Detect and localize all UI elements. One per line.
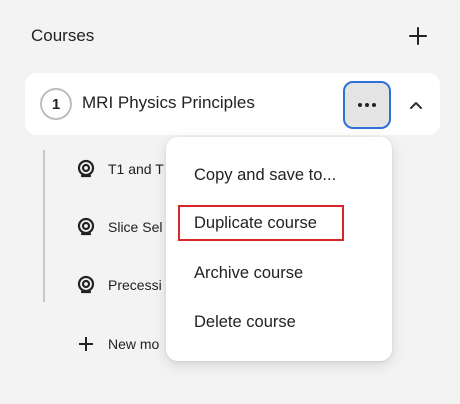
more-dot-icon [365,103,369,107]
module-label: T1 and T [108,161,164,177]
module-tree-line [43,150,45,302]
more-dot-icon [358,103,362,107]
menu-item-archive-course[interactable]: Archive course [194,261,303,285]
chevron-up-icon[interactable] [408,97,424,113]
module-item[interactable]: Slice Sel [76,215,162,239]
module-podcast-icon [77,159,95,178]
course-options-menu: Copy and save to... Duplicate course Arc… [166,137,392,361]
module-item[interactable]: T1 and T [76,157,164,181]
course-number-badge: 1 [40,88,72,120]
menu-item-delete-course[interactable]: Delete course [194,310,296,334]
module-podcast-icon [77,217,95,236]
add-course-icon[interactable] [406,24,430,48]
course-title: MRI Physics Principles [82,93,255,112]
menu-item-duplicate-course[interactable]: Duplicate course [194,211,317,235]
menu-item-copy-and-save[interactable]: Copy and save to... [194,163,336,187]
new-module-button[interactable]: New mo [76,332,159,356]
module-podcast-icon [77,275,95,294]
courses-title: Courses [31,26,95,45]
courses-header: Courses [31,24,430,48]
course-card[interactable]: 1 MRI Physics Principles [25,73,440,135]
module-label: Slice Sel [108,219,163,235]
new-module-label: New mo [108,336,160,352]
module-item[interactable]: Precessi [76,273,162,297]
plus-icon [76,334,96,354]
module-label: Precessi [108,277,162,293]
more-options-button[interactable] [343,81,391,129]
more-dot-icon [372,103,376,107]
courses-panel: Courses 1 MRI Physics Principles T1 and … [0,0,460,404]
